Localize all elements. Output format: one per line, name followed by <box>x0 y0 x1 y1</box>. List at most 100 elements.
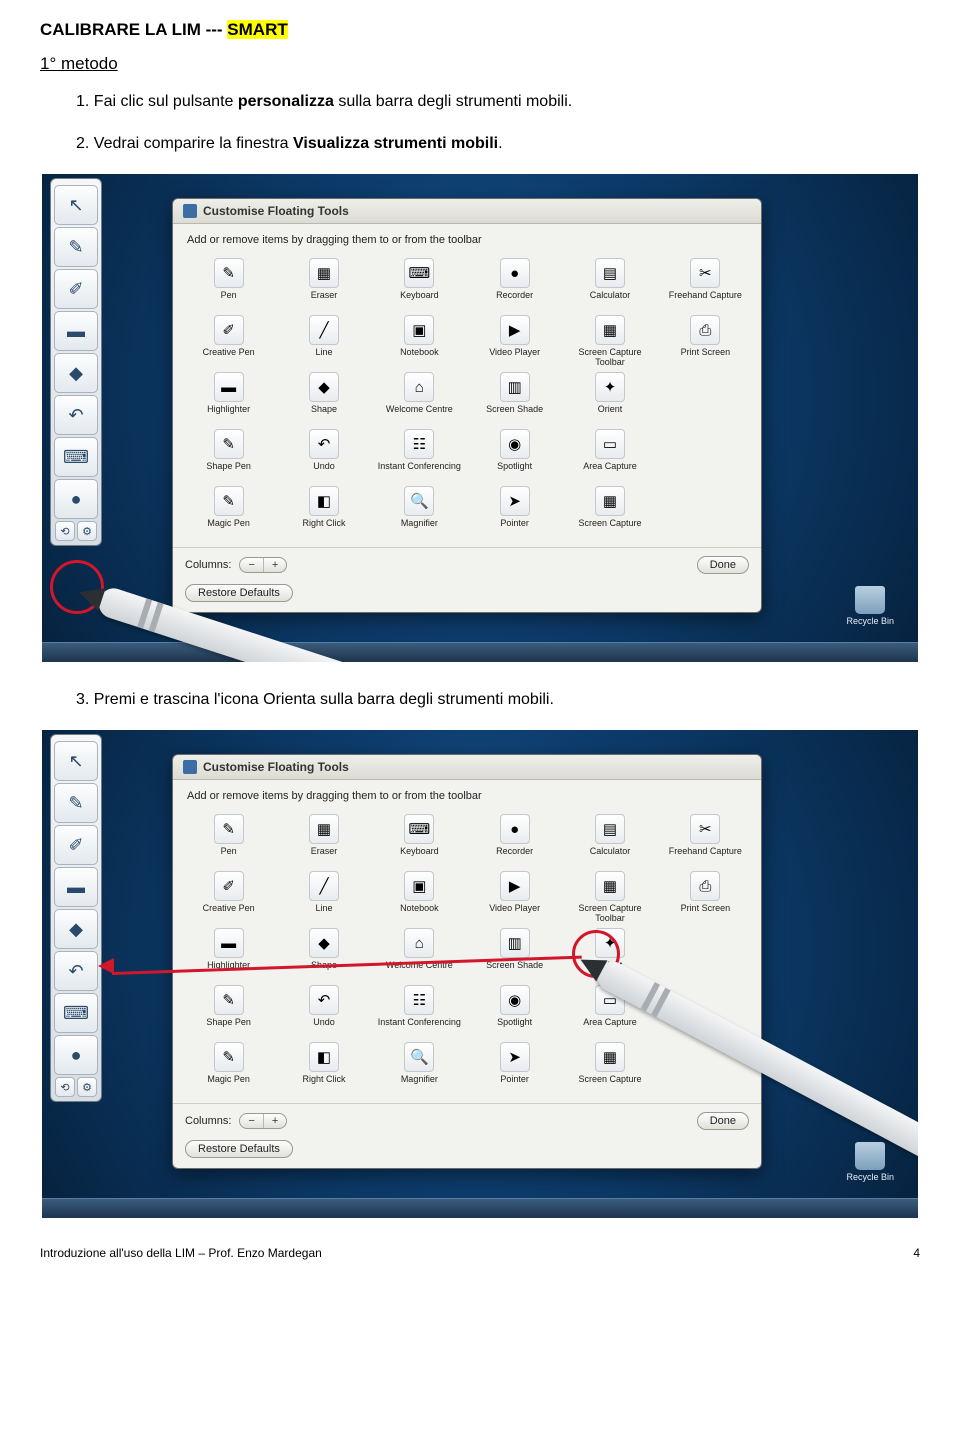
floating-tool-button[interactable]: ◆ <box>54 909 98 949</box>
columns-stepper[interactable]: −+ <box>239 1113 287 1129</box>
floating-tool-button[interactable]: ▬ <box>54 867 98 907</box>
gear-icon[interactable]: ⚙ <box>77 521 97 541</box>
floating-tool-button[interactable]: ↖ <box>54 185 98 225</box>
restore-defaults-button[interactable]: Restore Defaults <box>185 1140 293 1158</box>
tool-item[interactable]: ▥Screen Shade <box>469 928 560 979</box>
tool-item[interactable]: ◧Right Click <box>278 1042 369 1093</box>
tool-item[interactable]: ▦Screen Capture <box>564 486 655 537</box>
floating-tool-button[interactable]: ◆ <box>54 353 98 393</box>
recycle-bin[interactable]: Recycle Bin <box>846 1142 894 1182</box>
tool-item[interactable]: ▭Area Capture <box>564 429 655 480</box>
tool-item[interactable]: ▣Notebook <box>374 315 465 366</box>
tool-item[interactable]: ◆Shape <box>278 928 369 979</box>
tool-label: Magnifier <box>374 1075 465 1093</box>
tool-item[interactable]: ▦Eraser <box>278 814 369 865</box>
tool-item[interactable]: ↶Undo <box>278 985 369 1036</box>
floating-tool-button[interactable]: ✎ <box>54 783 98 823</box>
tool-item[interactable]: ➤Pointer <box>469 1042 560 1093</box>
tool-item[interactable]: ▦Screen Capture Toolbar <box>564 871 655 922</box>
restore-defaults-button[interactable]: Restore Defaults <box>185 584 293 602</box>
tool-item[interactable]: ☷Instant Conferencing <box>374 985 465 1036</box>
tool-item[interactable]: ⌂Welcome Centre <box>374 928 465 979</box>
magnifier-icon: 🔍 <box>404 486 434 516</box>
tool-item[interactable]: ▬Highlighter <box>183 372 274 423</box>
dialog-titlebar[interactable]: Customise Floating Tools <box>173 199 761 224</box>
tool-item[interactable]: ▤Calculator <box>564 814 655 865</box>
tool-item[interactable]: ▶Video Player <box>469 315 560 366</box>
tool-item[interactable]: ✐Creative Pen <box>183 315 274 366</box>
gear-icon[interactable]: ⚙ <box>77 1077 97 1097</box>
recycle-bin[interactable]: Recycle Bin <box>846 586 894 626</box>
tool-item[interactable]: 🔍Magnifier <box>374 486 465 537</box>
welcome-centre-icon: ⌂ <box>404 928 434 958</box>
customise-dialog[interactable]: Customise Floating Tools Add or remove i… <box>172 198 762 613</box>
tool-item[interactable]: ▦Eraser <box>278 258 369 309</box>
tool-item[interactable]: ◧Right Click <box>278 486 369 537</box>
tool-item[interactable]: ⌂Welcome Centre <box>374 372 465 423</box>
floating-tool-button[interactable]: ↖ <box>54 741 98 781</box>
floating-toolbar[interactable]: ↖✎✐▬◆↶⌨●⟲⚙ <box>50 178 102 546</box>
floating-tool-button[interactable]: ✐ <box>54 269 98 309</box>
tool-item[interactable]: ↶Undo <box>278 429 369 480</box>
tool-item[interactable]: ▦Screen Capture <box>564 1042 655 1093</box>
floating-tool-button[interactable]: ✐ <box>54 825 98 865</box>
move-icon[interactable]: ⟲ <box>55 521 75 541</box>
keyboard-icon: ⌨ <box>404 814 434 844</box>
tool-item[interactable]: ✐Creative Pen <box>183 871 274 922</box>
tool-item[interactable]: ●Recorder <box>469 814 560 865</box>
notebook-icon: ▣ <box>404 315 434 345</box>
dialog-titlebar[interactable]: Customise Floating Tools <box>173 755 761 780</box>
tool-item[interactable]: ⎙Print Screen <box>660 315 751 366</box>
tool-label: Spotlight <box>469 462 560 480</box>
tool-item[interactable]: ▦Screen Capture Toolbar <box>564 315 655 366</box>
done-button[interactable]: Done <box>697 556 749 574</box>
tool-item[interactable]: ●Recorder <box>469 258 560 309</box>
tool-item[interactable]: ▶Video Player <box>469 871 560 922</box>
floating-tool-button[interactable]: ⌨ <box>54 437 98 477</box>
tool-item[interactable]: ⌨ Keyboard <box>374 814 465 865</box>
tool-item[interactable]: 🔍Magnifier <box>374 1042 465 1093</box>
tool-label: Orient <box>564 405 655 423</box>
dialog-hint: Add or remove items by dragging them to … <box>173 224 761 252</box>
tool-item[interactable]: ☷Instant Conferencing <box>374 429 465 480</box>
tool-item[interactable]: ✎Magic Pen <box>183 1042 274 1093</box>
tool-item[interactable]: ◆Shape <box>278 372 369 423</box>
tool-item[interactable]: ◉Spotlight <box>469 429 560 480</box>
tool-item[interactable]: ▣Notebook <box>374 871 465 922</box>
floating-tool-button[interactable]: ⌨ <box>54 993 98 1033</box>
tool-item[interactable]: ▥Screen Shade <box>469 372 560 423</box>
tool-item[interactable]: ⎙Print Screen <box>660 871 751 922</box>
tool-item[interactable]: ✂Freehand Capture <box>660 814 751 865</box>
tool-item[interactable]: ✎Shape Pen <box>183 429 274 480</box>
tool-item[interactable]: ╱Line <box>278 315 369 366</box>
tool-label: Keyboard <box>374 847 465 865</box>
freehand-capture-icon: ✂ <box>690 814 720 844</box>
done-button[interactable]: Done <box>697 1112 749 1130</box>
tool-item[interactable]: ◉Spotlight <box>469 985 560 1036</box>
tool-item[interactable]: ⌨Keyboard <box>374 258 465 309</box>
tool-item[interactable]: ✎Pen <box>183 258 274 309</box>
floating-tool-button[interactable]: ● <box>54 479 98 519</box>
taskbar[interactable] <box>42 1198 918 1218</box>
columns-label: Columns: <box>185 559 231 571</box>
taskbar[interactable] <box>42 642 918 662</box>
floating-tool-button[interactable]: ↶ <box>54 395 98 435</box>
tool-item[interactable]: ▤Calculator <box>564 258 655 309</box>
floating-tool-button[interactable]: ● <box>54 1035 98 1075</box>
floating-tool-button[interactable]: ▬ <box>54 311 98 351</box>
tool-item[interactable]: ✦Orient <box>564 372 655 423</box>
recycle-bin-label: Recycle Bin <box>846 616 894 626</box>
columns-stepper[interactable]: −+ <box>239 557 287 573</box>
tool-item[interactable]: ➤Pointer <box>469 486 560 537</box>
tool-item[interactable]: ╱Line <box>278 871 369 922</box>
tool-label: Pointer <box>469 519 560 537</box>
tool-item[interactable]: ✎Magic Pen <box>183 486 274 537</box>
tool-item[interactable]: ✂Freehand Capture <box>660 258 751 309</box>
move-icon[interactable]: ⟲ <box>55 1077 75 1097</box>
floating-tool-button[interactable]: ✎ <box>54 227 98 267</box>
floating-tool-button[interactable]: ↶ <box>54 951 98 991</box>
dialog-footer: Columns: −+ Done <box>173 1103 761 1140</box>
floating-toolbar[interactable]: ↖✎✐▬◆↶⌨●⟲⚙ <box>50 734 102 1102</box>
tool-item[interactable]: ✎Shape Pen <box>183 985 274 1036</box>
tool-item[interactable]: ✎Pen <box>183 814 274 865</box>
